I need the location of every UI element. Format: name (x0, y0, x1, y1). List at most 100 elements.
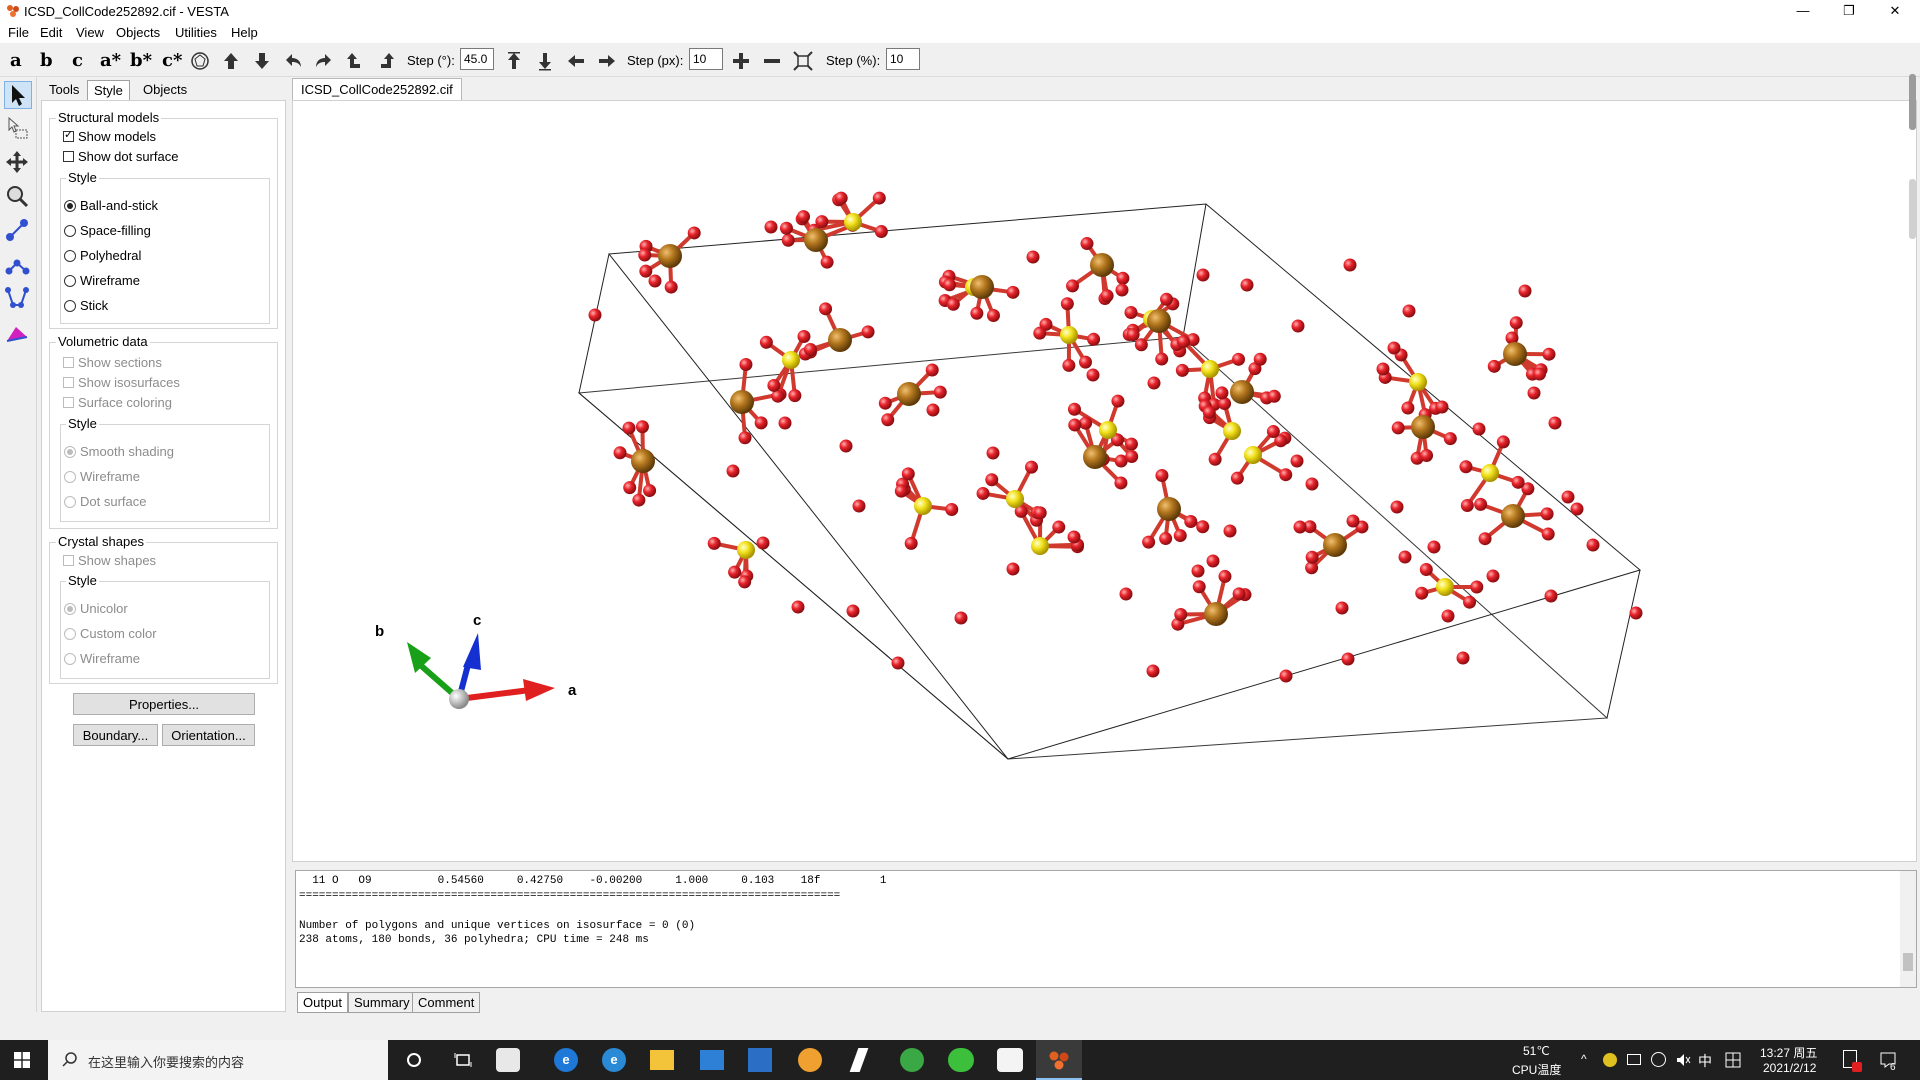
translate-right-icon[interactable] (596, 50, 618, 72)
rotate-right-icon[interactable] (313, 50, 335, 72)
tab-style[interactable]: Style (87, 80, 130, 101)
style-wireframe-radio[interactable]: Wireframe (64, 273, 140, 288)
taskbar-search[interactable]: 在这里输入你要搜索的内容 (48, 1040, 388, 1080)
menu-edit[interactable]: Edit (40, 25, 62, 40)
properties-button[interactable]: Properties... (73, 693, 255, 715)
view-c-button[interactable]: c (72, 50, 83, 71)
edge-browser-icon[interactable]: e (602, 1048, 626, 1072)
tab-comment[interactable]: Comment (412, 992, 481, 1013)
wechat-icon[interactable] (948, 1048, 974, 1072)
unicolor-radio[interactable]: Unicolor (64, 601, 128, 616)
select-tool[interactable] (4, 81, 32, 109)
mail-icon[interactable] (700, 1050, 724, 1070)
clock-date[interactable]: 2021/2/12 (1763, 1061, 1816, 1075)
tab-output[interactable]: Output (297, 992, 349, 1013)
minimize-button[interactable]: — (1780, 0, 1826, 23)
input-mode-icon[interactable] (1725, 1052, 1741, 1068)
show-isosurfaces-checkbox[interactable]: Show isosurfaces (63, 375, 180, 390)
show-dot-surface-checkbox[interactable]: Show dot surface (63, 149, 178, 164)
lightning-app-icon[interactable] (849, 1048, 869, 1072)
oxygen-atom (1223, 524, 1237, 538)
tab-tools[interactable]: Tools (43, 80, 85, 100)
rotate-up-icon[interactable] (220, 50, 242, 72)
zoom-tool[interactable] (4, 183, 32, 211)
ime-indicator[interactable]: 中 (1698, 1051, 1712, 1071)
clock-time[interactable]: 13:27 周五 (1760, 1044, 1817, 1061)
menu-utilities[interactable]: Utilities (175, 25, 217, 40)
standard-orientation-icon[interactable] (189, 50, 211, 72)
view-a-button[interactable]: a (10, 50, 22, 71)
dihedral-tool[interactable] (4, 285, 32, 313)
tab-summary[interactable]: Summary (348, 992, 416, 1013)
close-button[interactable]: ✕ (1872, 0, 1918, 23)
green-app-icon[interactable] (900, 1048, 924, 1072)
zoom-out-icon[interactable] (761, 50, 783, 72)
rotate-cw-icon[interactable] (375, 50, 397, 72)
network-icon[interactable] (1651, 1052, 1666, 1067)
vesta-taskbar-button[interactable] (1036, 1040, 1082, 1080)
menu-help[interactable]: Help (231, 25, 258, 40)
document-tab[interactable]: ICSD_CollCode252892.cif (292, 78, 462, 101)
cortana-icon[interactable] (406, 1052, 422, 1068)
output-scrollbar[interactable] (1900, 871, 1916, 987)
maximize-button[interactable]: ❐ (1826, 0, 1872, 23)
oxygen-atom (1100, 289, 1114, 303)
app-icon-tiles[interactable] (496, 1048, 520, 1072)
angle-tool[interactable] (4, 251, 32, 279)
custom-color-radio[interactable]: Custom color (64, 626, 157, 641)
viewport-scrollbar[interactable] (1908, 74, 1918, 864)
menu-objects[interactable]: Objects (116, 25, 160, 40)
show-hidden-icons-chevron[interactable]: ^ (1581, 1052, 1587, 1066)
region-select-tool[interactable] (4, 115, 32, 143)
tab-objects[interactable]: Objects (137, 80, 193, 100)
photos-app-icon[interactable] (997, 1048, 1023, 1072)
show-models-checkbox[interactable]: Show models (63, 128, 156, 144)
step-percent-input[interactable] (886, 48, 920, 70)
volume-icon[interactable] (1675, 1052, 1691, 1068)
lattice-plane-tool[interactable] (4, 319, 32, 347)
windows-start-icon[interactable] (14, 1052, 30, 1068)
view-b-button[interactable]: b (40, 50, 53, 71)
view-a-star-button[interactable]: a* (100, 50, 121, 71)
translate-down-icon[interactable] (534, 50, 556, 72)
crystal-wireframe-radio[interactable]: Wireframe (64, 651, 140, 666)
output-console[interactable]: 11 O O9 0.54560 0.42750 -0.00200 1.000 0… (295, 870, 1917, 988)
style-stick-radio[interactable]: Stick (64, 298, 108, 313)
store-icon[interactable] (748, 1048, 772, 1072)
oxygen-atom (1509, 316, 1523, 330)
menu-view[interactable]: View (76, 25, 104, 40)
style-polyhedral-radio[interactable]: Polyhedral (64, 248, 141, 263)
tray-app-icon[interactable] (1603, 1053, 1617, 1067)
view-c-star-button[interactable]: c* (162, 50, 182, 71)
view-b-star-button[interactable]: b* (130, 50, 152, 71)
zoom-in-icon[interactable] (730, 50, 752, 72)
rotate-left-icon[interactable] (282, 50, 304, 72)
rotate-down-icon[interactable] (251, 50, 273, 72)
surface-coloring-checkbox[interactable]: Surface coloring (63, 395, 172, 410)
volumetric-wireframe-radio[interactable]: Wireframe (64, 469, 140, 484)
boundary-button[interactable]: Boundary... (73, 724, 158, 746)
distance-tool[interactable] (4, 217, 32, 245)
step-degrees-input[interactable] (460, 48, 494, 70)
show-shapes-checkbox[interactable]: Show shapes (63, 553, 156, 568)
fit-to-screen-icon[interactable] (792, 50, 814, 72)
ie-browser-icon[interactable]: e (554, 1048, 578, 1072)
translate-left-icon[interactable] (565, 50, 587, 72)
battery-icon[interactable] (1627, 1054, 1641, 1065)
file-explorer-icon[interactable] (650, 1050, 674, 1070)
orientation-button[interactable]: Orientation... (162, 724, 255, 746)
translate-tool[interactable] (4, 149, 32, 177)
show-sections-checkbox[interactable]: Show sections (63, 355, 162, 370)
translate-up-icon[interactable] (503, 50, 525, 72)
dot-surface-radio[interactable]: Dot surface (64, 494, 146, 509)
menu-file[interactable]: File (8, 25, 29, 40)
browser-app-icon[interactable] (798, 1048, 822, 1072)
step-pixels-input[interactable] (689, 48, 723, 70)
style-ball-and-stick-radio[interactable]: Ball-and-stick (64, 198, 158, 213)
rotate-ccw-icon[interactable] (344, 50, 366, 72)
smooth-shading-radio[interactable]: Smooth shading (64, 444, 174, 459)
crystal-structure-render[interactable]: a b c (293, 101, 1918, 863)
structure-viewport[interactable]: a b c (292, 100, 1917, 862)
style-space-filling-radio[interactable]: Space-filling (64, 223, 151, 238)
task-view-icon[interactable] (454, 1052, 472, 1068)
